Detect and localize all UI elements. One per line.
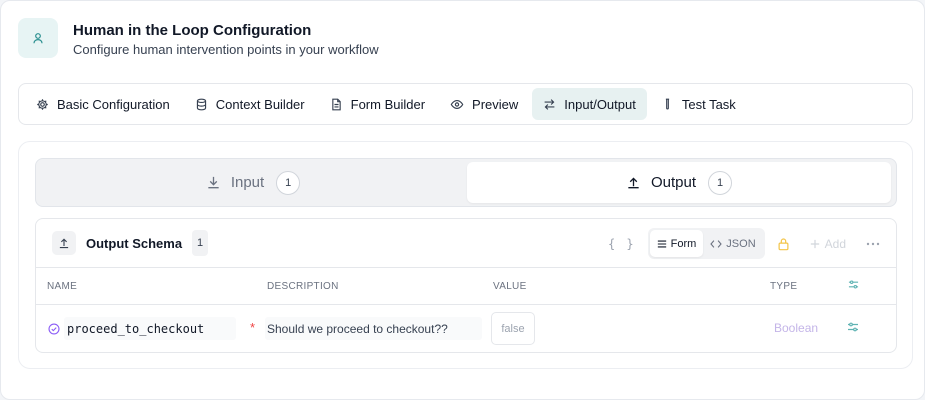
schema-header: Output Schema 1 { } Form JSON Add — [36, 219, 896, 268]
tab-label: Form Builder — [350, 96, 426, 112]
column-name: NAME — [47, 281, 78, 292]
schema-column-headers: NAME DESCRIPTION VALUE TYPE — [36, 268, 896, 305]
view-mode-switch: Form JSON — [647, 228, 765, 259]
swap-icon — [544, 98, 555, 110]
json-label: JSON — [726, 237, 756, 250]
schema-title: Output Schema — [86, 235, 183, 251]
test-tube-icon — [665, 98, 669, 110]
document-icon — [331, 98, 341, 110]
list-icon — [657, 240, 666, 247]
form-label: Form — [670, 237, 697, 250]
output-toggle-button[interactable]: Output 1 — [467, 162, 891, 203]
tab-label: Preview — [472, 96, 519, 112]
required-marker: * — [250, 320, 256, 335]
column-type: TYPE — [770, 281, 798, 292]
add-label: Add — [824, 236, 846, 251]
config-tabs: Basic Configuration Context Builder Form… — [18, 83, 913, 125]
code-icon — [710, 239, 723, 248]
json-view-button[interactable]: JSON — [703, 230, 762, 257]
io-toggle: Input 1 Output 1 — [35, 158, 897, 207]
field-name-cell: proceed_to_checkout — [48, 317, 237, 340]
row-settings-icon[interactable] — [847, 321, 859, 336]
schema-actions: { } Form JSON Add — [608, 228, 880, 259]
tab-label: Input/Output — [564, 96, 636, 112]
output-count-badge: 1 — [708, 170, 733, 195]
sliders-icon[interactable] — [848, 279, 859, 293]
gear-icon — [37, 98, 48, 110]
tab-context-builder[interactable]: Context Builder — [184, 88, 316, 120]
eye-icon — [450, 99, 464, 109]
column-value: VALUE — [493, 281, 527, 292]
tab-test-task[interactable]: Test Task — [650, 88, 747, 120]
user-icon — [18, 18, 58, 58]
tab-form-builder[interactable]: Form Builder — [319, 88, 436, 120]
page-title: Human in the Loop Configuration — [73, 22, 312, 39]
plus-icon — [810, 239, 819, 248]
tab-label: Context Builder — [215, 96, 305, 112]
output-label: Output — [650, 174, 697, 191]
field-value-input[interactable]: false — [491, 312, 535, 345]
field-description-input[interactable]: Should we proceed to checkout?? — [265, 317, 482, 340]
tab-label: Test Task — [681, 96, 736, 112]
input-toggle-button[interactable]: Input 1 — [39, 162, 467, 203]
app-frame: Human in the Loop Configuration Configur… — [0, 0, 925, 400]
page-header: Human in the Loop Configuration Configur… — [18, 18, 379, 58]
lock-icon[interactable] — [777, 237, 790, 251]
more-options-icon[interactable] — [866, 242, 880, 246]
upload-icon — [628, 177, 639, 189]
input-label: Input — [230, 174, 265, 191]
form-view-button[interactable]: Form — [649, 230, 704, 257]
input-count-badge: 1 — [276, 170, 301, 195]
tab-preview[interactable]: Preview — [439, 88, 529, 120]
io-panel: Input 1 Output 1 Output Schema 1 {} For… — [18, 141, 913, 369]
braces-icon[interactable]: { } — [608, 237, 636, 251]
schema-count-badge: 1 — [192, 230, 209, 256]
page-subtitle: Configure human intervention points in y… — [73, 42, 379, 57]
output-schema-card: Output Schema 1 { } Form JSON Add NAME D… — [35, 218, 897, 353]
field-type-select[interactable]: Boolean — [774, 321, 818, 335]
column-description: DESCRIPTION — [267, 281, 339, 292]
upload-icon — [52, 231, 76, 255]
tab-basic-configuration[interactable]: Basic Configuration — [25, 88, 181, 120]
field-name-input[interactable]: proceed_to_checkout — [64, 317, 237, 340]
add-field-button[interactable]: Add — [810, 237, 846, 251]
check-circle-icon — [48, 322, 60, 335]
download-icon — [208, 176, 219, 189]
tab-label: Basic Configuration — [57, 96, 170, 112]
table-row: proceed_to_checkout * Should we proceed … — [36, 305, 896, 351]
tab-input-output[interactable]: Input/Output — [532, 88, 647, 120]
database-icon — [196, 98, 206, 110]
